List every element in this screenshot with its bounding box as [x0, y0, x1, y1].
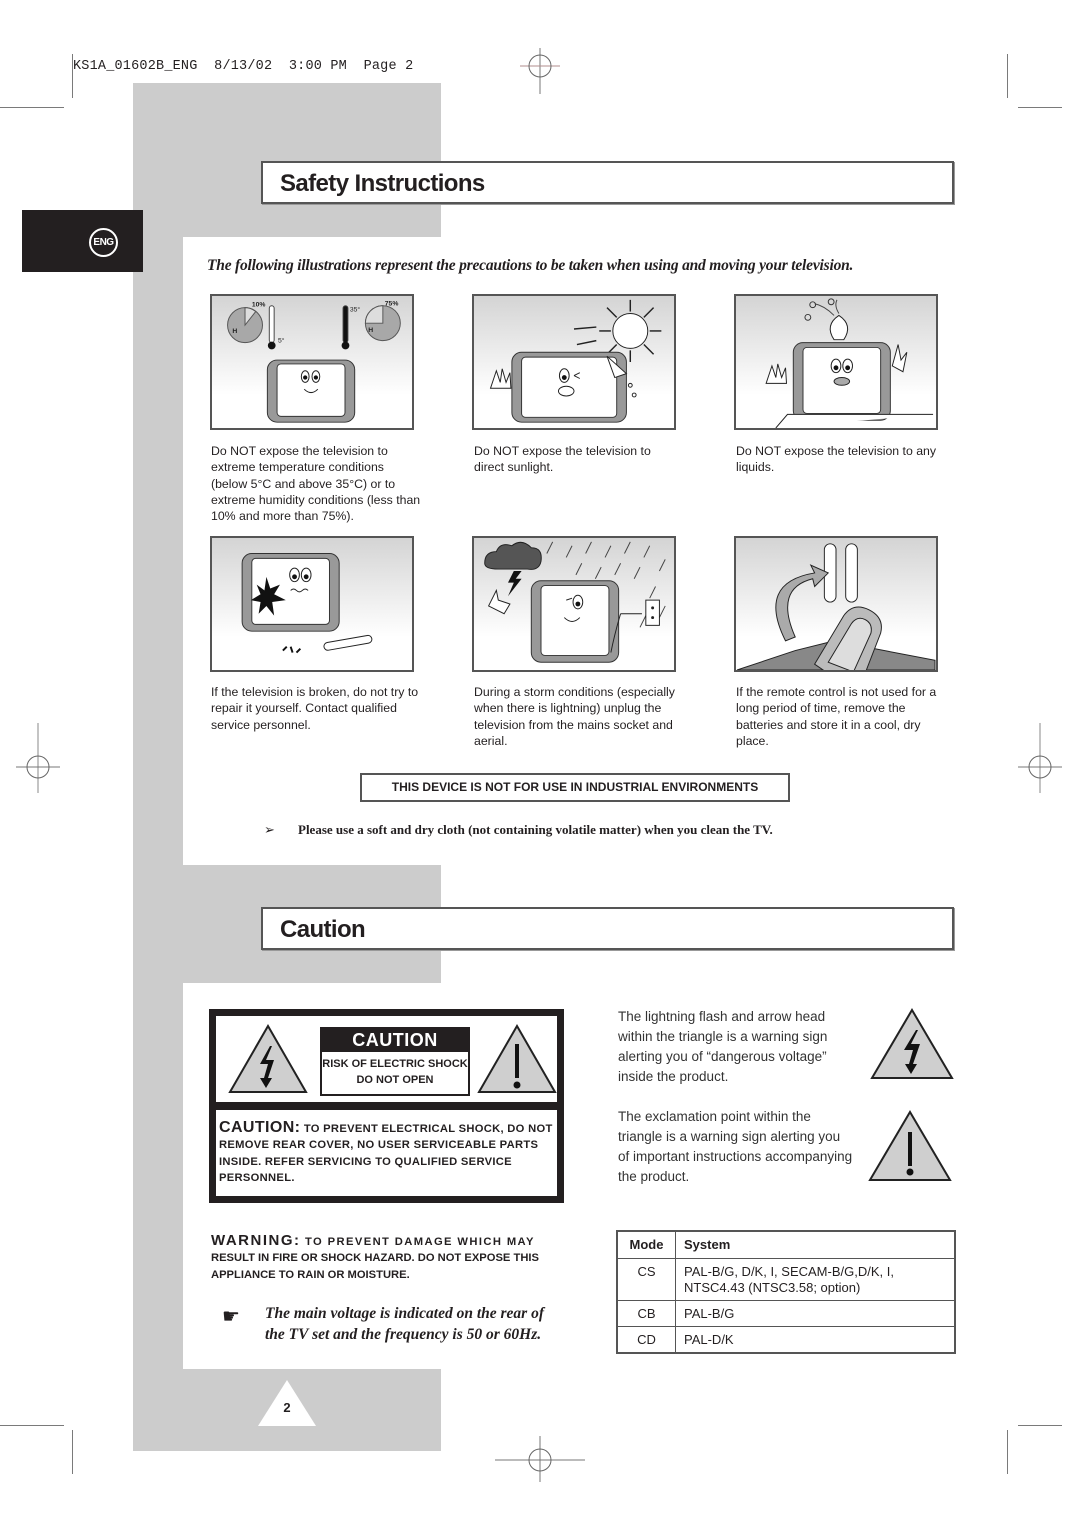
- storm-illustration: [472, 536, 676, 672]
- lightning-symbol-explanation: The lightning flash and arrow head withi…: [618, 1009, 828, 1084]
- industrial-notice: THIS DEVICE IS NOT FOR USE IN INDUSTRIAL…: [360, 773, 790, 802]
- system-cell: PAL-B/G, D/K, I, SECAM-B/G,D/K, I, NTSC4.…: [675, 1258, 956, 1301]
- language-badge: ENG: [89, 228, 118, 257]
- caution-title-text: Caution: [280, 916, 366, 943]
- registration-mark-right: [1018, 723, 1062, 793]
- page-number: 2: [283, 1400, 291, 1415]
- safety-title-text: Safety Instructions: [280, 170, 485, 197]
- caption-broken: If the television is broken, do not try …: [211, 685, 419, 732]
- system-cell: PAL-D/K: [675, 1326, 956, 1354]
- sunlight-illustration: [472, 294, 676, 430]
- remote-batteries-illustration: [734, 536, 938, 672]
- mode-cell: CS: [616, 1258, 676, 1301]
- caption-temperature: Do NOT expose the television to extreme …: [211, 444, 421, 524]
- lightning-warning-icon: [870, 1008, 954, 1079]
- cleaning-note: ➢ Please use a soft and dry cloth (not co…: [264, 822, 773, 838]
- exclamation-warning-icon: [477, 1024, 557, 1093]
- caution-label-top: CAUTION RISK OF ELECTRIC SHOCK DO NOT OP…: [216, 1016, 557, 1102]
- exclamation-symbol-explanation: The exclamation point within the triangl…: [618, 1109, 853, 1184]
- caption-liquids: Do NOT expose the television to any liqu…: [736, 444, 937, 475]
- mode-system-table: Mode System CS PAL-B/G, D/K, I, SECAM-B/…: [616, 1230, 956, 1354]
- svg-text:5°: 5°: [278, 337, 285, 345]
- table-row: CD PAL-D/K: [616, 1326, 956, 1354]
- svg-text:35°: 35°: [350, 306, 361, 314]
- caption-storm: During a storm conditions (especially wh…: [474, 685, 675, 748]
- slug-page: Page 2: [363, 59, 414, 74]
- caution-label-center: CAUTION RISK OF ELECTRIC SHOCK DO NOT OP…: [320, 1027, 470, 1096]
- cleaning-note-text: Please use a soft and dry cloth (not con…: [298, 822, 773, 837]
- svg-text:H: H: [368, 327, 373, 334]
- svg-text:H: H: [232, 328, 237, 335]
- caption-remote: If the remote control is not used for a …: [736, 685, 937, 748]
- registration-mark-left: [16, 723, 60, 793]
- caution-body-lead: CAUTION:: [219, 1119, 301, 1136]
- table-row: CS PAL-B/G, D/K, I, SECAM-B/G,D/K, I, NTS…: [616, 1258, 956, 1301]
- warning-lead: WARNING:: [211, 1232, 301, 1249]
- registration-mark-bottom: [495, 1436, 585, 1482]
- safety-intro: The following illustrations represent th…: [207, 257, 854, 274]
- caption-sunlight: Do NOT expose the television to direct s…: [474, 444, 651, 475]
- caution-label: CAUTION RISK OF ELECTRIC SHOCK DO NOT OP…: [209, 1009, 564, 1203]
- caution-label-header: CAUTION: [322, 1029, 468, 1052]
- caution-sub-line2: DO NOT OPEN: [356, 1074, 434, 1086]
- system-line: PAL-B/G, D/K, I, SECAM-B/G,D/K, I,: [684, 1264, 894, 1279]
- slug-file: KS1A_01602B_ENG: [73, 59, 198, 74]
- liquids-illustration: [734, 294, 938, 430]
- caution-label-bottom: CAUTION: TO PREVENT ELECTRICAL SHOCK, DO…: [216, 1110, 557, 1196]
- arrow-bullet-icon: ➢: [264, 823, 275, 838]
- voltage-note: The main voltage is indicated on the rea…: [265, 1305, 544, 1343]
- system-cell: PAL-B/G: [675, 1300, 956, 1327]
- safety-section-title: Safety Instructions: [261, 161, 954, 204]
- warning-spaced: TO PREVENT DAMAGE WHICH MAY: [300, 1236, 535, 1248]
- temperature-humidity-illustration: H 10% 5° 35° H 75%: [210, 294, 414, 430]
- header-mode: Mode: [616, 1230, 676, 1259]
- slug-time: 3:00 PM: [288, 59, 347, 74]
- warning-text: WARNING: TO PREVENT DAMAGE WHICH MAY RES…: [211, 1232, 566, 1283]
- svg-text:75%: 75%: [385, 301, 399, 308]
- registration-mark-top: [520, 48, 560, 94]
- mode-cell: CB: [616, 1300, 676, 1327]
- humidity-low-label: 10%: [252, 302, 266, 309]
- print-slug: KS1A_01602B_ENG 8/13/02 3:00 PM Page 2: [73, 59, 413, 74]
- table-header-row: Mode System: [616, 1230, 956, 1259]
- system-line: NTSC4.43 (NTSC3.58; option): [684, 1280, 861, 1295]
- mode-cell: CD: [616, 1326, 676, 1354]
- warning-body: RESULT IN FIRE OR SHOCK HAZARD. DO NOT E…: [211, 1252, 539, 1281]
- caution-label-body: CAUTION: TO PREVENT ELECTRICAL SHOCK, DO…: [219, 1119, 555, 1186]
- grey-band-left: [133, 83, 183, 1451]
- slug-date: 8/13/02: [214, 59, 273, 74]
- lightning-warning-icon: [228, 1024, 308, 1093]
- exclamation-warning-icon: [868, 1110, 952, 1181]
- broken-tv-illustration: [210, 536, 414, 672]
- pointing-hand-icon: ☛: [222, 1306, 240, 1328]
- caution-sub-line1: RISK OF ELECTRIC SHOCK: [322, 1058, 468, 1070]
- language-tab: [22, 210, 143, 272]
- caution-label-sub: RISK OF ELECTRIC SHOCK DO NOT OPEN: [322, 1056, 468, 1088]
- table-row: CB PAL-B/G: [616, 1300, 956, 1327]
- header-system: System: [675, 1230, 956, 1259]
- caution-section-title: Caution: [261, 907, 954, 950]
